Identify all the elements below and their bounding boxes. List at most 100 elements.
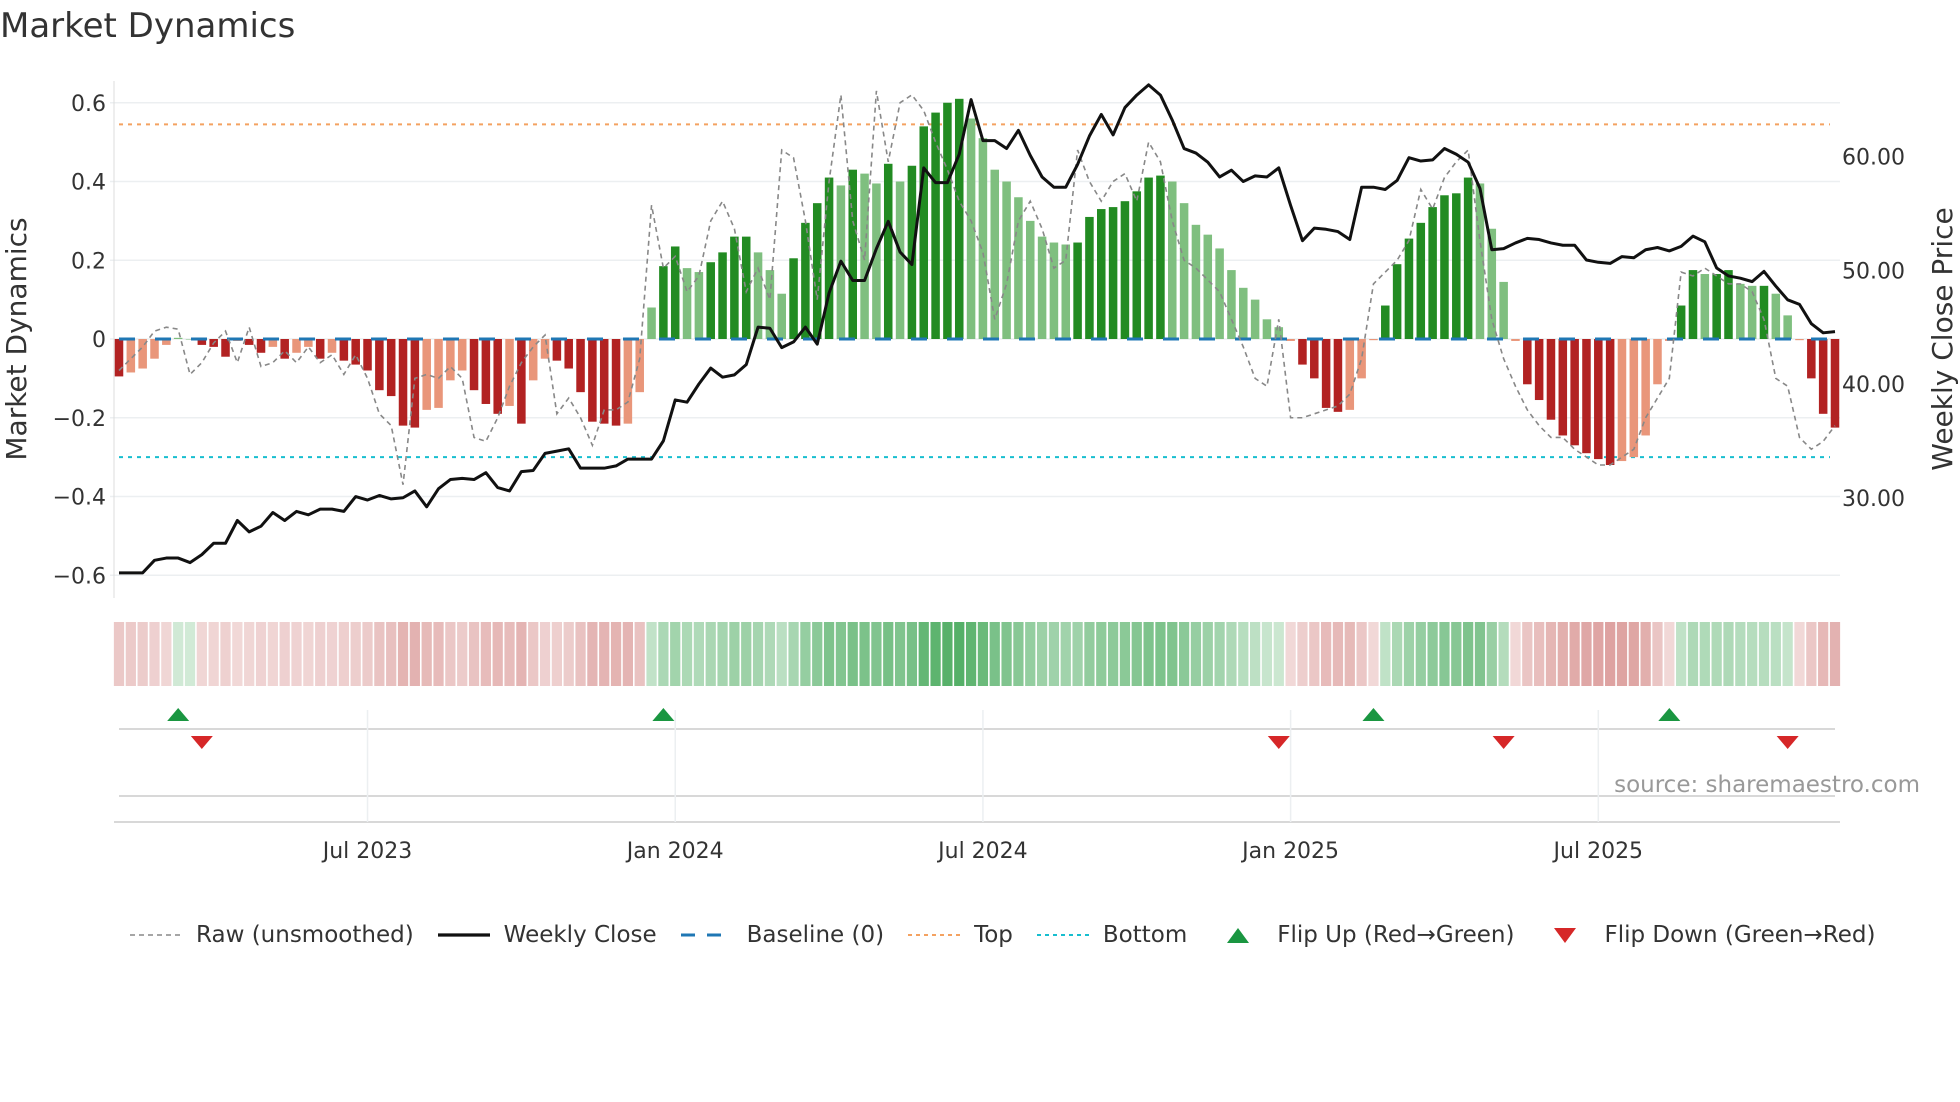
regime-cell bbox=[291, 622, 302, 686]
regime-cell bbox=[1628, 622, 1639, 686]
bar bbox=[1061, 244, 1071, 339]
bar bbox=[1310, 339, 1319, 379]
regime-cell bbox=[894, 622, 906, 686]
regime-cell bbox=[871, 622, 882, 686]
bar bbox=[1747, 285, 1757, 339]
regime-cell bbox=[1557, 622, 1568, 686]
regime-cell bbox=[1297, 622, 1308, 686]
regime-cell bbox=[1131, 622, 1142, 686]
bar bbox=[1523, 339, 1532, 385]
regime-cell bbox=[1190, 622, 1202, 686]
bar bbox=[1227, 270, 1236, 339]
regime-cell bbox=[1427, 622, 1438, 686]
regime-cell bbox=[267, 622, 278, 686]
regime-cell bbox=[752, 622, 764, 686]
regime-cell bbox=[504, 622, 515, 686]
regime-cell bbox=[1249, 622, 1261, 686]
regime-cell bbox=[634, 622, 645, 686]
bar bbox=[1404, 238, 1414, 339]
bar bbox=[576, 339, 585, 393]
bar bbox=[1156, 175, 1165, 339]
bar bbox=[1688, 270, 1698, 339]
regime-cell bbox=[610, 622, 622, 686]
regime-cell bbox=[1096, 622, 1107, 686]
bar bbox=[588, 339, 597, 422]
bar bbox=[1818, 339, 1828, 414]
regime-cell bbox=[1392, 622, 1403, 686]
bar bbox=[931, 112, 940, 339]
regime-cell bbox=[1214, 622, 1225, 686]
regime-cell bbox=[421, 622, 432, 686]
bar bbox=[221, 339, 230, 357]
bar bbox=[1262, 319, 1272, 339]
bar bbox=[1546, 339, 1556, 420]
bar bbox=[150, 339, 159, 359]
regime-cell bbox=[670, 622, 681, 686]
bar bbox=[1298, 339, 1307, 365]
bar bbox=[1783, 315, 1792, 339]
regime-cell bbox=[161, 622, 172, 686]
y-tick-label: −0.2 bbox=[53, 407, 106, 432]
regime-cell bbox=[457, 622, 468, 686]
regime-cell bbox=[1072, 622, 1083, 686]
bar bbox=[173, 337, 183, 339]
bar bbox=[1558, 339, 1568, 436]
regime-cell bbox=[539, 622, 551, 686]
regime-cell bbox=[1001, 622, 1012, 686]
bar bbox=[1499, 281, 1508, 339]
bar bbox=[1369, 339, 1378, 341]
bar bbox=[1321, 339, 1331, 408]
regime-cell bbox=[173, 622, 184, 686]
regime-cell bbox=[528, 622, 539, 686]
regime-cell bbox=[1415, 622, 1426, 686]
baseline-legend-icon bbox=[680, 933, 733, 937]
bar bbox=[339, 339, 349, 361]
bar bbox=[564, 339, 573, 369]
regime-cell bbox=[1380, 622, 1391, 686]
bar bbox=[422, 339, 431, 410]
regime-cell bbox=[125, 622, 136, 686]
regime-cell bbox=[977, 622, 989, 686]
flip-down-marker bbox=[190, 736, 213, 749]
regime-cell bbox=[1593, 622, 1604, 686]
bar bbox=[1807, 339, 1816, 379]
regime-cell bbox=[338, 622, 349, 686]
regime-cell bbox=[800, 622, 811, 686]
bar bbox=[1345, 339, 1355, 410]
bar bbox=[363, 339, 372, 371]
y2-tick-label: 40.00 bbox=[1842, 373, 1905, 398]
regime-cell bbox=[1368, 622, 1379, 686]
bar bbox=[694, 272, 704, 339]
bar bbox=[457, 339, 467, 371]
regime-cell bbox=[326, 622, 338, 686]
bar bbox=[1712, 274, 1721, 339]
bar bbox=[647, 307, 656, 339]
bar bbox=[682, 268, 692, 339]
close-line bbox=[119, 83, 1836, 575]
regime-cell bbox=[1155, 622, 1166, 686]
regime-cell bbox=[149, 622, 160, 686]
regime-cell bbox=[1202, 622, 1213, 686]
bar bbox=[1771, 293, 1781, 339]
regime-cell bbox=[1534, 622, 1545, 686]
bar bbox=[315, 339, 325, 359]
regime-cell bbox=[279, 622, 290, 686]
bar bbox=[635, 339, 644, 393]
bar bbox=[1203, 234, 1213, 339]
bar bbox=[1392, 264, 1402, 339]
legend-item-top: Top bbox=[906, 922, 1013, 948]
bar bbox=[1191, 224, 1201, 339]
regime-cell bbox=[1510, 622, 1521, 686]
bar bbox=[481, 339, 491, 404]
bar bbox=[1381, 305, 1390, 339]
regime-cell bbox=[599, 622, 610, 686]
bar bbox=[398, 339, 408, 426]
y2-tick-label: 50.00 bbox=[1842, 259, 1905, 284]
bar bbox=[1333, 339, 1343, 412]
legend-item-flip_down: Flip Down (Green→Red) bbox=[1536, 922, 1875, 948]
regime-cell bbox=[1770, 622, 1781, 686]
bar bbox=[434, 339, 443, 408]
regime-cell bbox=[883, 622, 894, 686]
regime-cell bbox=[1439, 622, 1450, 686]
y-tick-label: 0.6 bbox=[71, 92, 106, 117]
